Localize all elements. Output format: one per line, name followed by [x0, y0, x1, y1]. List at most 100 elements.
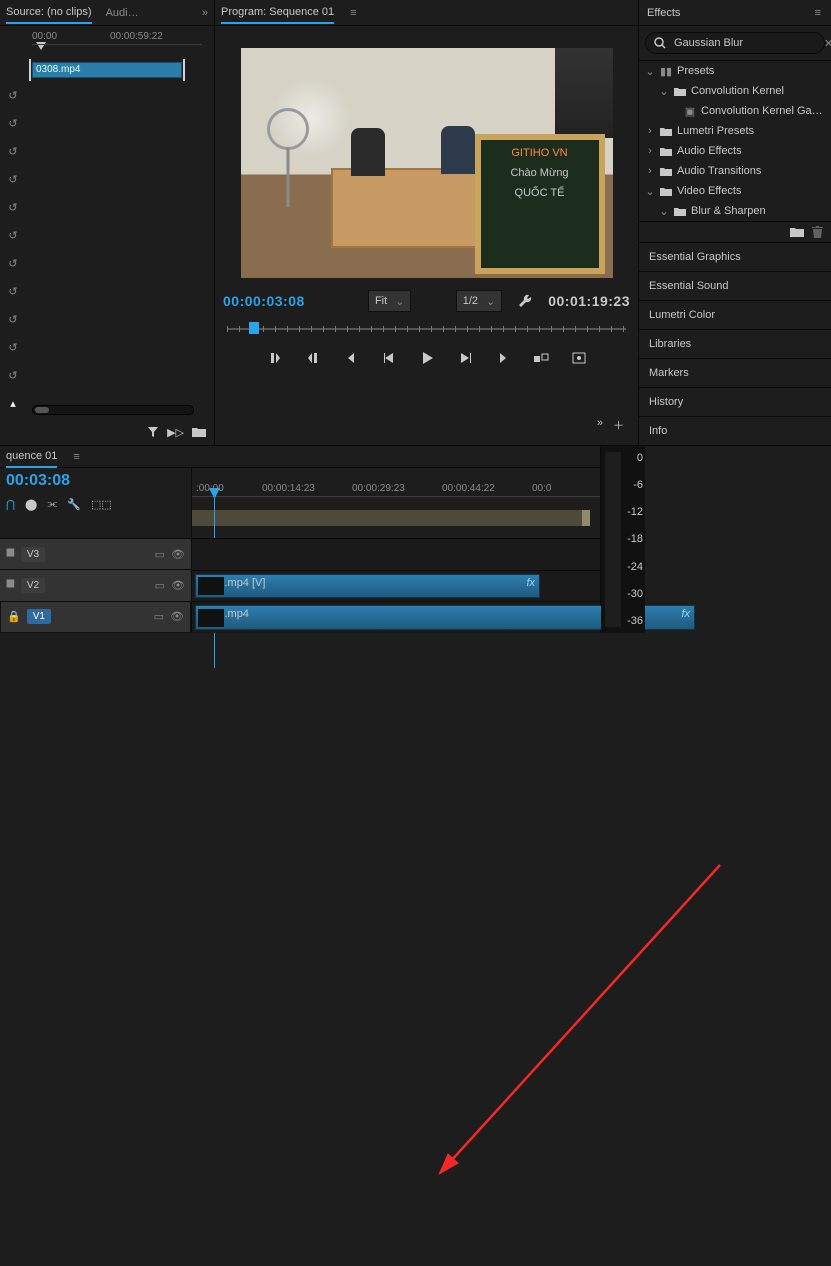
go-to-in-icon[interactable]	[341, 348, 361, 368]
source-overflow-icon[interactable]: »	[202, 7, 208, 19]
work-area-bar[interactable]	[192, 510, 590, 526]
step-back-icon[interactable]	[379, 348, 399, 368]
wrench-icon[interactable]: 🔧	[67, 498, 81, 511]
tab-program[interactable]: Program: Sequence 01	[221, 2, 334, 24]
track-output-icon[interactable]: ▭	[155, 579, 165, 592]
track-target-icon[interactable]: ⯀	[6, 579, 15, 592]
panel-item-libraries[interactable]: Libraries	[639, 329, 831, 358]
tree-node-presets[interactable]: ⌄ ▮▮ Presets	[639, 61, 831, 81]
link-icon[interactable]: ⫘	[47, 498, 57, 511]
effects-search[interactable]: ✕	[645, 32, 825, 54]
tree-node-lumetri[interactable]: › Lumetri Presets	[639, 121, 831, 141]
undo-icon[interactable]: ↺	[2, 196, 24, 218]
marker-icon[interactable]: ⬤	[25, 498, 37, 511]
track-v1[interactable]: 0308.mp4 fx	[192, 601, 600, 633]
source-clip[interactable]: 0308.mp4	[32, 62, 182, 78]
track-v3[interactable]	[192, 538, 600, 570]
tree-node-video-fx[interactable]: ⌄ Video Effects	[639, 181, 831, 201]
export-frame-icon[interactable]	[569, 348, 589, 368]
meter-tick: -24	[627, 561, 643, 573]
timeline-timecode[interactable]: 00:03:08	[6, 472, 185, 490]
panel-menu-icon[interactable]: ≡	[348, 5, 358, 21]
track-output-icon[interactable]: ▭	[155, 548, 165, 561]
timeline-ruler-area[interactable]: :00:00 00:00:14:23 00:00:29:23 00:00:44:…	[192, 468, 600, 538]
track-header-v1[interactable]: 🔒 V1 ▭ 👁	[0, 601, 191, 633]
trash-icon[interactable]	[812, 226, 823, 238]
track-output-icon[interactable]: ▭	[154, 610, 164, 623]
undo-icon[interactable]: ↺	[2, 112, 24, 134]
tracks-area[interactable]: 0308.mp4 [V] fx 0308.mp4 fx	[192, 538, 600, 633]
tree-node-blur-sharpen[interactable]: ⌄ Blur & Sharpen	[639, 201, 831, 221]
track-header-v2[interactable]: ⯀ V2 ▭ 👁	[0, 569, 191, 600]
track-target-icon[interactable]: ⯀	[6, 548, 15, 561]
board-line: QUỐC TẾ	[515, 184, 565, 202]
tree-node-conv-kernel[interactable]: ⌄ Convolution Kernel	[639, 81, 831, 101]
wrench-icon[interactable]	[518, 294, 532, 308]
tree-item-conv-kernel[interactable]: ▣ Convolution Kernel Ga…	[639, 101, 831, 121]
panel-item-lumetri-color[interactable]: Lumetri Color	[639, 300, 831, 329]
clip-video[interactable]: 0308.mp4 [V] fx	[195, 574, 540, 599]
play-icon[interactable]	[417, 348, 437, 368]
source-ruler[interactable]: 00:00 00:00:59:22	[32, 44, 202, 60]
work-area-end[interactable]	[582, 510, 590, 526]
add-button-icon[interactable]: ＋	[613, 417, 624, 433]
undo-icon[interactable]: ↺	[2, 308, 24, 330]
tab-source-audio[interactable]: Audi…	[106, 3, 139, 23]
panel-item-essential-sound[interactable]: Essential Sound	[639, 271, 831, 300]
lift-icon[interactable]	[531, 348, 551, 368]
meter-tick: -12	[627, 506, 643, 518]
new-item-icon[interactable]: ▶▷	[167, 426, 184, 439]
resolution-select[interactable]: 1/2 ⌄	[456, 290, 503, 312]
lock-icon[interactable]: 🔒	[7, 610, 21, 623]
track-v2[interactable]: 0308.mp4 [V] fx	[192, 570, 600, 602]
filter-icon[interactable]	[147, 426, 159, 439]
tree-node-audio-fx[interactable]: › Audio Effects	[639, 141, 831, 161]
undo-icon[interactable]: ↺	[2, 224, 24, 246]
chevron-up-icon[interactable]: ▴	[2, 392, 24, 414]
tab-effects[interactable]: Effects	[647, 7, 680, 19]
scrollbar-thumb[interactable]	[35, 407, 49, 413]
eye-icon[interactable]: 👁	[171, 548, 185, 561]
panel-item-info[interactable]: Info	[639, 416, 831, 445]
zoom-select[interactable]: Fit ⌄	[368, 290, 411, 312]
tab-sequence[interactable]: quence 01	[6, 446, 57, 468]
go-to-out-icon[interactable]	[493, 348, 513, 368]
new-bin-icon[interactable]	[790, 226, 804, 238]
undo-icon[interactable]: ↺	[2, 336, 24, 358]
panel-item-markers[interactable]: Markers	[639, 358, 831, 387]
source-scrollbar[interactable]	[32, 405, 194, 415]
twisty-open-icon: ⌄	[659, 205, 669, 218]
snap-icon[interactable]: ⋂	[6, 498, 15, 511]
scrubber-head[interactable]	[249, 322, 259, 334]
fx-badge: fx	[681, 608, 690, 620]
panel-menu-icon[interactable]: ≡	[813, 5, 823, 21]
undo-icon[interactable]: ↺	[2, 140, 24, 162]
step-fwd-icon[interactable]	[455, 348, 475, 368]
track-header-v3[interactable]: ⯀ V3 ▭ 👁	[0, 538, 191, 569]
tree-node-audio-tr[interactable]: › Audio Transitions	[639, 161, 831, 181]
undo-icon[interactable]: ↺	[2, 252, 24, 274]
eye-icon[interactable]: 👁	[171, 579, 185, 592]
panel-item-essential-graphics[interactable]: Essential Graphics	[639, 242, 831, 271]
undo-icon[interactable]: ↺	[2, 84, 24, 106]
effects-search-input[interactable]	[672, 36, 818, 50]
undo-icon[interactable]: ↺	[2, 168, 24, 190]
program-scrubber[interactable]	[227, 322, 626, 336]
panel-item-history[interactable]: History	[639, 387, 831, 416]
ruler-tick: 00:00:44:22	[442, 483, 495, 494]
mark-out-icon[interactable]	[303, 348, 323, 368]
meter-bar	[605, 452, 621, 627]
program-timecode[interactable]: 00:00:03:08	[223, 293, 305, 309]
panel-menu-icon[interactable]: ≡	[71, 449, 81, 465]
undo-icon[interactable]: ↺	[2, 280, 24, 302]
clear-search-icon[interactable]: ✕	[824, 37, 831, 50]
folder-icon[interactable]	[192, 426, 206, 439]
overflow-icon[interactable]: »	[597, 417, 603, 433]
eye-icon[interactable]: 👁	[170, 610, 184, 623]
program-monitor[interactable]: GITIHO VN Chào Mừng QUỐC TẾ	[241, 48, 613, 278]
settings-icon[interactable]: ⬚⬚	[91, 498, 112, 511]
timeline-ruler[interactable]: :00:00 00:00:14:23 00:00:29:23 00:00:44:…	[192, 496, 600, 510]
mark-in-icon[interactable]	[265, 348, 285, 368]
tab-source-clips[interactable]: Source: (no clips)	[6, 2, 92, 24]
undo-icon[interactable]: ↺	[2, 364, 24, 386]
